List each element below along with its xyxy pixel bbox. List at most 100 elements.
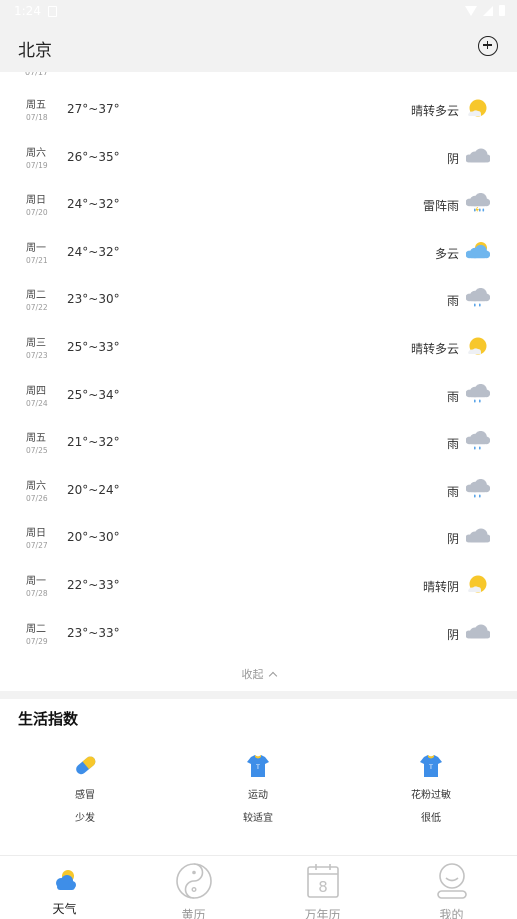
life-index-item[interactable]: T 运动 较适宜: [198, 752, 318, 824]
forecast-day: 周四: [26, 385, 46, 397]
forecast-date: 07/25: [26, 446, 48, 456]
profile-icon: [436, 863, 467, 899]
life-index-name: 感冒: [75, 790, 95, 801]
forecast-day: 周一: [26, 575, 46, 587]
forecast-temp: 26°~35°: [67, 149, 120, 164]
tab-label: 万年历: [304, 908, 341, 919]
forecast-day: 周六: [26, 480, 46, 492]
partial-row: 07/17: [25, 72, 49, 77]
forecast-day: 周二: [26, 623, 46, 635]
forecast-temp: 21°~32°: [67, 435, 120, 450]
rain-icon: [466, 288, 490, 307]
forecast-temp: 22°~33°: [67, 577, 120, 592]
forecast-day: 周六: [26, 147, 46, 159]
life-index-title: 生活指数: [18, 710, 79, 728]
overcast-icon: [466, 528, 490, 543]
status-bar: 1:24: [0, 0, 517, 24]
forecast-condition: 阴: [446, 627, 459, 642]
forecast-day: 周一: [26, 242, 46, 254]
forecast-row[interactable]: 周四 07/24 25°~34° 雨: [0, 372, 517, 420]
forecast-temp: 20°~30°: [67, 530, 120, 545]
forecast-condition: 晴转多云: [410, 104, 459, 118]
weather-icon: [55, 870, 76, 890]
forecast-temp: 20°~24°: [67, 482, 120, 497]
forecast-row[interactable]: 周二 07/22 23°~30° 雨: [0, 276, 517, 324]
forecast-row[interactable]: 周日 07/20 24°~32° 雷阵雨: [0, 181, 517, 229]
rain-icon: [466, 431, 490, 450]
forecast-row[interactable]: 周一 07/21 24°~32° 多云: [0, 229, 517, 277]
tab-weather[interactable]: 天气: [0, 856, 129, 919]
sun-cloud-icon: [468, 575, 487, 593]
forecast-condition: 晴转多云: [410, 341, 459, 356]
tab-profile[interactable]: 我的: [387, 856, 516, 919]
forecast-row[interactable]: 周五 07/18 27°~37° 晴转多云: [0, 86, 517, 134]
life-index-item[interactable]: 感冒 少发: [25, 752, 145, 824]
chevron-up-icon: [268, 671, 277, 681]
forecast-day: 周二: [26, 290, 46, 302]
forecast-date: 07/28: [26, 588, 48, 598]
add-city-button[interactable]: [478, 36, 498, 56]
overcast-icon: [466, 624, 490, 639]
forecast-temp: 25°~34°: [67, 387, 120, 402]
svg-text:T: T: [428, 764, 433, 771]
forecast-date: 07/24: [26, 398, 48, 408]
wifi-icon: [465, 5, 477, 16]
notification-icon: [48, 6, 57, 17]
pill-icon: [76, 756, 96, 775]
life-index-name: 运动: [248, 790, 268, 801]
collapse-button[interactable]: 收起: [0, 666, 517, 682]
shirt-icon: T: [247, 755, 269, 777]
forecast-day: 周五: [26, 433, 46, 445]
thunder-rain-icon: [466, 193, 490, 214]
life-index-name: 花粉过敏: [411, 790, 451, 801]
rain-icon: [466, 383, 490, 403]
calendar-number: 8: [318, 878, 328, 896]
yin-yang-icon: [175, 863, 212, 899]
forecast-row[interactable]: 周日 07/27 20°~30° 阴: [0, 514, 517, 562]
forecast-row[interactable]: 周二 07/29 23°~33° 阴: [0, 610, 517, 658]
tab-label: 我的: [439, 908, 464, 919]
forecast-day: 周日: [26, 528, 46, 540]
forecast-row[interactable]: 周五 07/25 21°~32° 雨: [0, 419, 517, 467]
forecast-date: 07/18: [26, 113, 48, 122]
forecast-temp: 24°~32°: [67, 244, 120, 259]
app-bar: 北京: [0, 24, 517, 72]
forecast-temp: 27°~37°: [67, 102, 120, 116]
forecast-row[interactable]: 周三 07/23 25°~33° 晴转多云: [0, 324, 517, 372]
forecast-date: 07/21: [26, 255, 48, 265]
forecast-day: 周三: [26, 337, 46, 349]
forecast-date: 07/22: [26, 303, 48, 313]
bottom-tab-bar: 天气 黄历 8 万年历 我的: [0, 855, 517, 919]
forecast-row[interactable]: 周一 07/28 22°~33° 晴转阴: [0, 562, 517, 610]
forecast-date: 07/20: [26, 208, 48, 218]
sun-cloud-icon: [468, 337, 487, 355]
status-time: 1:24: [14, 4, 41, 18]
forecast-condition: 雷阵雨: [422, 199, 459, 214]
svg-text:T: T: [255, 764, 260, 771]
shirt-icon: T: [420, 755, 442, 777]
section-divider: [0, 691, 517, 699]
collapse-label: 收起: [241, 668, 264, 681]
city-title[interactable]: 北京: [18, 36, 52, 61]
sun-cloud-icon: [468, 99, 487, 117]
status-icons: [465, 5, 505, 16]
forecast-date: 07/26: [26, 493, 48, 503]
rain-icon: [466, 478, 490, 498]
forecast-temp: 24°~32°: [67, 197, 120, 212]
overcast-icon: [466, 148, 490, 163]
forecast-condition: 雨: [446, 389, 459, 404]
tab-yin-yang[interactable]: 黄历: [129, 856, 258, 919]
forecast-condition: 多云: [434, 246, 459, 261]
tab-calendar[interactable]: 8 万年历: [258, 856, 387, 919]
life-index-item[interactable]: T 花粉过敏 很低: [371, 752, 491, 824]
forecast-row[interactable]: 周六 07/19 26°~35° 阴: [0, 134, 517, 182]
forecast-day: 周五: [26, 100, 46, 111]
forecast-date: 07/23: [26, 350, 48, 360]
forecast-condition: 雨: [446, 437, 459, 452]
forecast-date: 07/29: [26, 636, 48, 646]
life-index-value: 较适宜: [243, 813, 273, 824]
calendar-icon: 8: [306, 864, 339, 898]
forecast-row[interactable]: 周六 07/26 20°~24° 雨: [0, 467, 517, 515]
forecast-condition: 雨: [446, 294, 459, 309]
signal-icon: [483, 5, 493, 16]
